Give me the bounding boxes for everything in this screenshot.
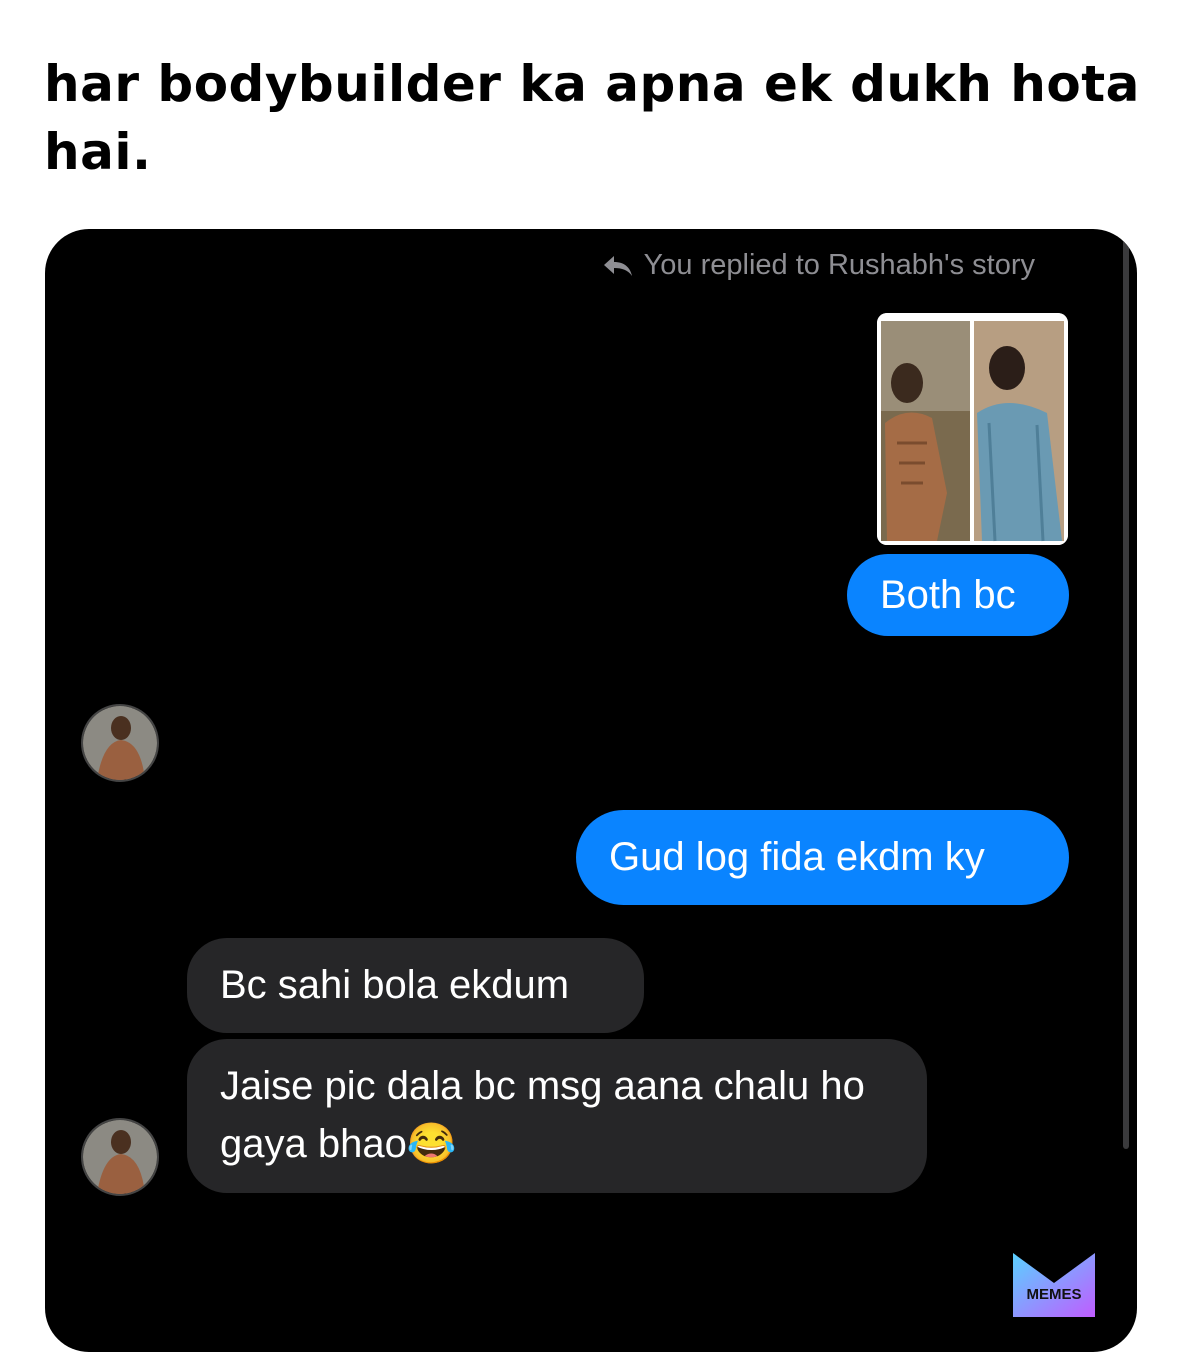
emoji-message[interactable]: 😂😂😂 <box>753 1235 1019 1325</box>
svg-text:MEMES: MEMES <box>1026 1286 1081 1303</box>
chat-screen: You replied to Rushabh's story Both bc 😂… <box>45 229 1137 1352</box>
scrollbar[interactable] <box>1123 239 1129 1149</box>
memes-logo-icon: MEMES <box>1013 1253 1095 1317</box>
reply-arrow-icon <box>603 255 632 276</box>
outgoing-message[interactable]: Both bc <box>847 554 1069 636</box>
story-reply-label: You replied to Rushabh's story <box>643 249 1035 281</box>
avatar[interactable] <box>81 1118 159 1196</box>
incoming-message[interactable]: Jaise pic dala bc msg aana chalu ho gaya… <box>187 1039 927 1193</box>
avatar[interactable] <box>81 704 159 782</box>
emoji-message[interactable]: 😂😂😂 <box>191 679 457 769</box>
incoming-message[interactable]: Bc sahi bola ekdum <box>187 938 644 1033</box>
story-thumbnail[interactable] <box>877 313 1068 545</box>
memes-watermark: MEMES <box>1013 1253 1095 1317</box>
meme-caption: har bodybuilder ka apna ek dukh hota hai… <box>44 55 1140 181</box>
outgoing-message[interactable]: Gud log fida ekdm ky <box>576 810 1069 905</box>
story-reply-indicator: You replied to Rushabh's story <box>602 249 1035 282</box>
